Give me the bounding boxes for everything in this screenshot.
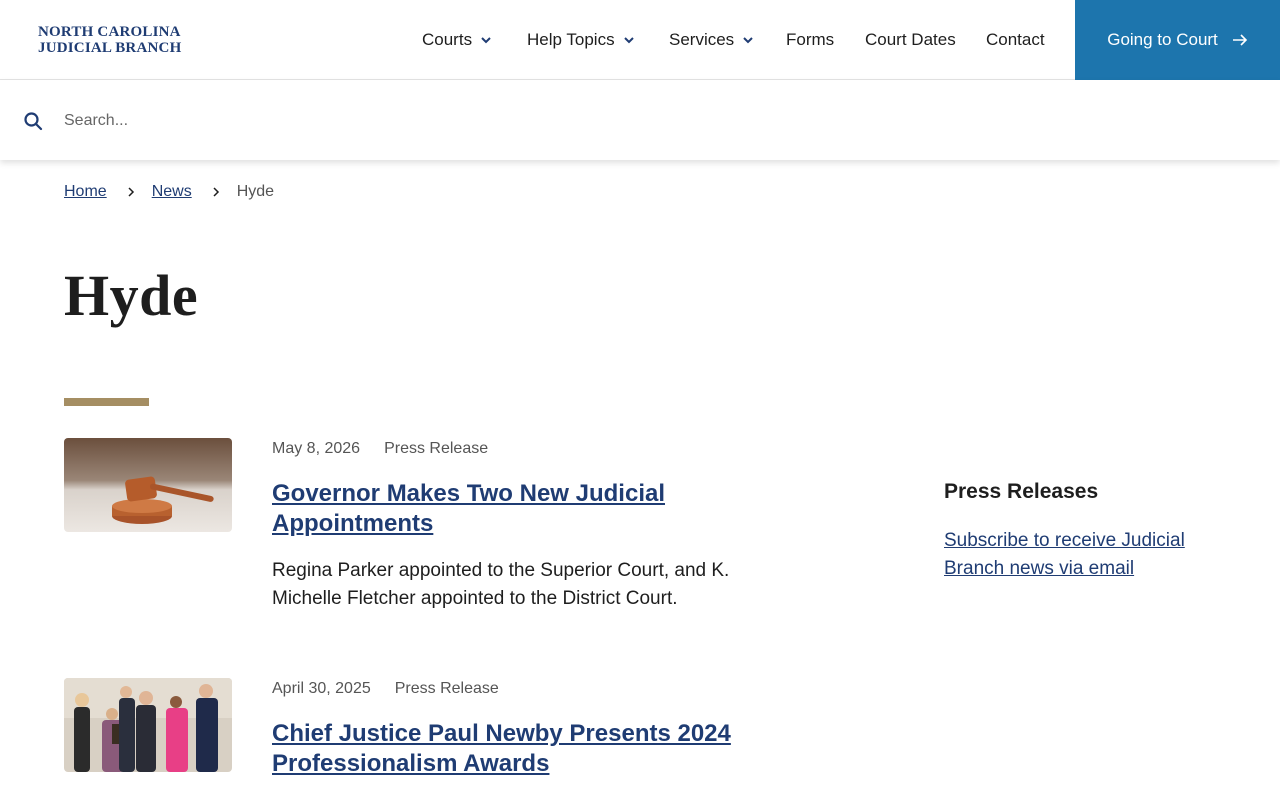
nav-courts[interactable]: Courts [422, 30, 492, 50]
chevron-right-icon [128, 187, 134, 197]
sidebar-title: Press Releases [944, 480, 1099, 503]
nav-forms[interactable]: Forms [786, 30, 834, 50]
title-accent-rule [64, 398, 149, 406]
subscribe-news-link[interactable]: Subscribe to receive Judicial Branch new… [944, 527, 1214, 583]
article-headline-link[interactable]: Governor Makes Two New Judicial Appointm… [272, 479, 792, 539]
chevron-right-icon [213, 187, 219, 197]
article-headline-link[interactable]: Chief Justice Paul Newby Presents 2024 P… [272, 719, 792, 779]
article-meta: April 30, 2025 Press Release [272, 680, 499, 698]
logo-line-1: NORTH CAROLINA [38, 24, 181, 40]
nav-forms-label: Forms [786, 30, 835, 49]
article-type: Press Release [394, 680, 499, 697]
article-date: May 8, 2026 [272, 440, 361, 457]
nav-contact-label: Contact [986, 30, 1045, 49]
nav-services[interactable]: Services [669, 30, 754, 50]
article-date: April 30, 2025 [272, 680, 371, 697]
article-summary: Regina Parker appointed to the Superior … [272, 560, 730, 609]
site-logo[interactable]: NORTH CAROLINA JUDICIAL BRANCH [38, 24, 181, 56]
page-title: Hyde [64, 263, 199, 328]
nav-contact[interactable]: Contact [986, 30, 1045, 50]
nav-court-dates[interactable]: Court Dates [865, 30, 956, 50]
logo-line-2: JUDICIAL BRANCH [38, 40, 182, 56]
article-thumbnail-awards[interactable] [64, 678, 232, 772]
breadcrumb: Home News Hyde [64, 183, 274, 201]
article-type: Press Release [384, 440, 489, 457]
arrow-right-icon [1232, 34, 1247, 46]
chevron-down-icon [623, 37, 634, 44]
breadcrumb-news-link[interactable]: News [152, 183, 192, 201]
chevron-down-icon [743, 37, 753, 44]
going-to-court-button[interactable]: Going to Court [1075, 0, 1280, 80]
awards-group-photo [64, 678, 232, 772]
nav-help-topics[interactable]: Help Topics [527, 30, 635, 50]
article-meta: May 8, 2026 Press Release [272, 440, 488, 458]
search-input[interactable] [54, 100, 1254, 142]
nav-services-label: Services [669, 30, 735, 49]
search-icon[interactable] [23, 111, 43, 131]
nav-courts-label: Courts [422, 30, 473, 49]
gavel-image [64, 438, 232, 532]
breadcrumb-home-link[interactable]: Home [64, 183, 107, 201]
site-header: NORTH CAROLINA JUDICIAL BRANCH Courts He… [0, 0, 1280, 80]
nav-court-dates-label: Court Dates [865, 30, 956, 49]
going-to-court-label: Going to Court [1107, 30, 1218, 49]
nav-help-topics-label: Help Topics [527, 30, 615, 49]
breadcrumb-current: Hyde [236, 183, 275, 200]
chevron-down-icon [481, 37, 491, 44]
article-thumbnail-gavel[interactable] [64, 438, 232, 532]
